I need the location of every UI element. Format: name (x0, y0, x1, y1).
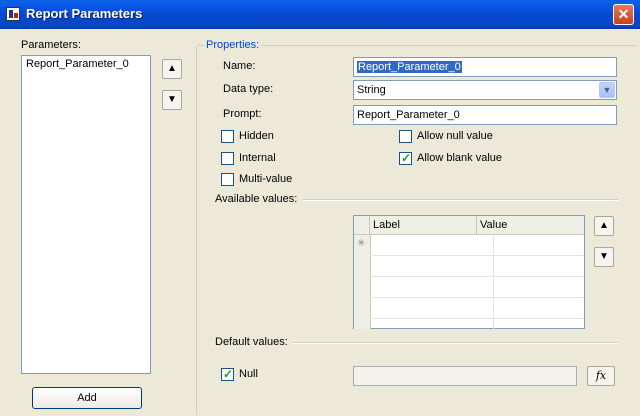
available-values-grid[interactable]: Label Value ✳ (353, 215, 585, 329)
allow-null-label: Allow null value (417, 130, 493, 142)
arrow-up-icon: ▲ (599, 220, 609, 231)
name-input-value: Report_Parameter_0 (357, 61, 462, 73)
close-button[interactable]: ✕ (613, 4, 634, 25)
default-values-label: Default values: (215, 336, 288, 348)
add-button[interactable]: Add (32, 387, 142, 409)
prompt-label: Prompt: (223, 108, 262, 120)
parameters-list[interactable]: Report_Parameter_0 (21, 55, 151, 374)
prompt-input[interactable]: Report_Parameter_0 (353, 105, 617, 125)
close-icon: ✕ (617, 6, 630, 22)
available-values-label: Available values: (215, 193, 298, 205)
prompt-input-value: Report_Parameter_0 (357, 109, 460, 121)
window-title: Report Parameters (26, 6, 143, 21)
chevron-down-icon[interactable]: ▼ (599, 82, 615, 98)
table-row[interactable] (370, 298, 584, 319)
grid-header: Label Value (354, 216, 584, 235)
grid-corner (354, 216, 370, 234)
hidden-checkbox[interactable] (221, 130, 234, 143)
parameters-label: Parameters: (21, 39, 81, 51)
internal-checkbox[interactable] (221, 152, 234, 165)
internal-label: Internal (239, 152, 276, 164)
list-item[interactable]: Report_Parameter_0 (22, 56, 150, 72)
multivalue-checkbox[interactable] (221, 173, 234, 186)
table-row[interactable] (370, 256, 584, 277)
report-app-icon (6, 7, 20, 21)
datatype-value: String (357, 84, 386, 96)
properties-group-label: Properties: (204, 39, 262, 51)
default-values-divider (293, 342, 618, 344)
allow-blank-checkbox[interactable] (399, 151, 412, 165)
datatype-select[interactable]: String ▼ (353, 80, 617, 100)
default-value-input (353, 366, 577, 386)
allow-blank-label: Allow blank value (417, 152, 502, 164)
hidden-label: Hidden (239, 130, 274, 142)
title-bar[interactable]: Report Parameters ✕ (0, 0, 640, 29)
name-input[interactable]: Report_Parameter_0 (353, 57, 617, 77)
values-move-down-button[interactable]: ▼ (594, 247, 614, 267)
arrow-down-icon: ▼ (167, 94, 177, 105)
available-values-divider (303, 199, 618, 201)
expression-button[interactable]: fx (587, 366, 615, 386)
name-label: Name: (223, 60, 256, 72)
grid-col-value[interactable]: Value (477, 216, 585, 234)
null-checkbox[interactable] (221, 367, 234, 381)
datatype-label: Data type: (223, 83, 274, 95)
values-move-up-button[interactable]: ▲ (594, 216, 614, 236)
multivalue-label: Multi-value (239, 173, 293, 185)
grid-col-label[interactable]: Label (370, 216, 477, 234)
null-label: Null (239, 368, 258, 380)
move-down-button[interactable]: ▼ (162, 90, 182, 110)
arrow-up-icon: ▲ (167, 63, 177, 74)
row-header-column: ✳ (354, 235, 371, 329)
fx-icon: fx (595, 369, 607, 382)
allow-null-checkbox[interactable] (399, 130, 412, 143)
arrow-down-icon: ▼ (599, 251, 609, 262)
new-row-icon: ✳ (357, 238, 366, 249)
table-row[interactable] (370, 277, 584, 298)
table-row[interactable] (370, 235, 584, 256)
move-up-button[interactable]: ▲ (162, 59, 182, 79)
